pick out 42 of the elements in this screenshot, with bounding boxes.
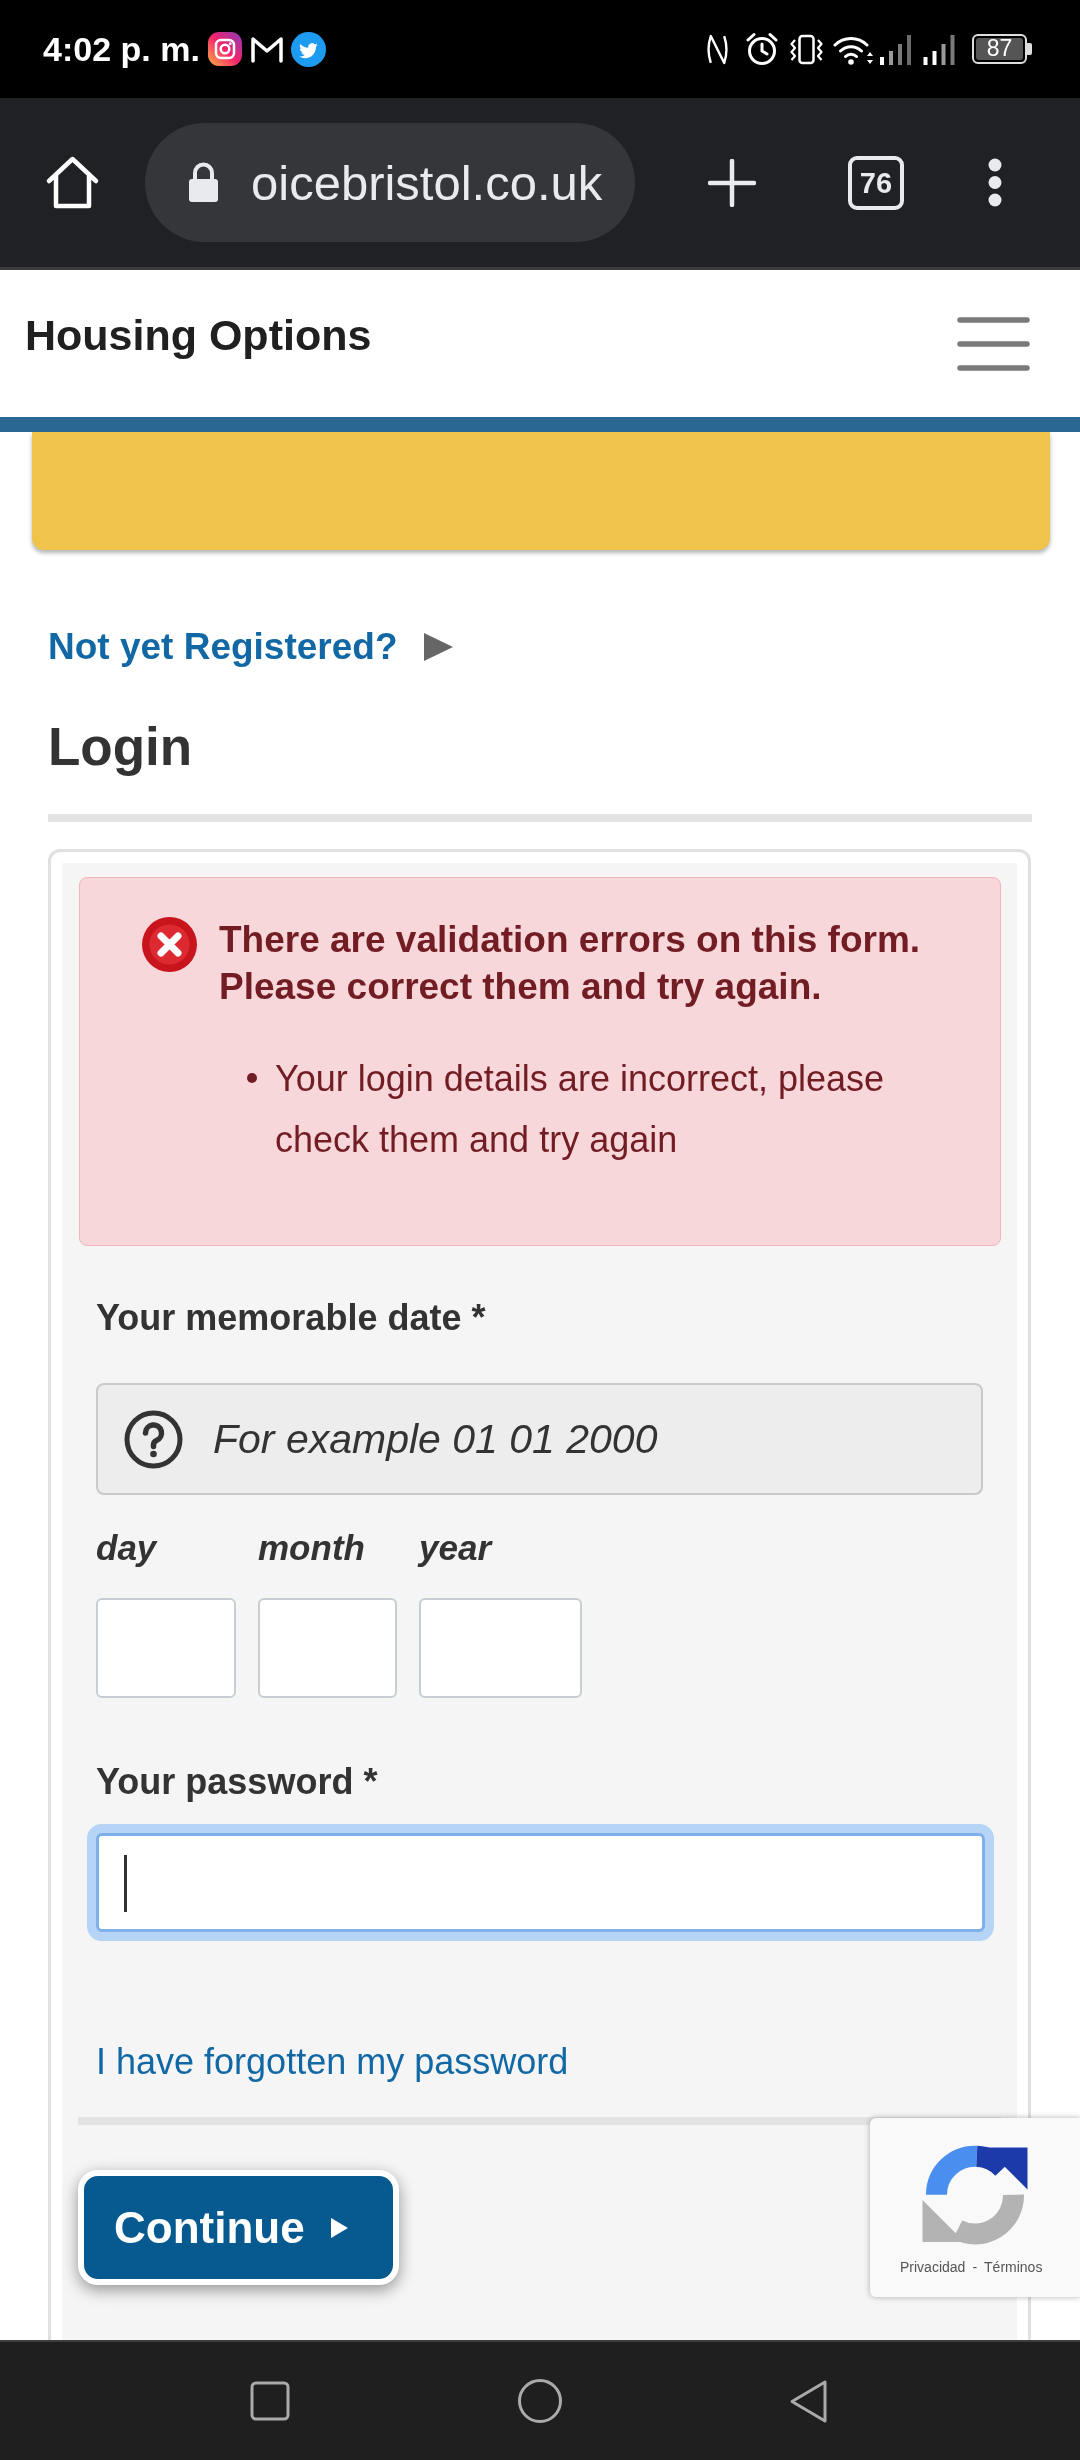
circle-icon[interactable] (518, 2379, 562, 2423)
forgot-password-link[interactable]: I have forgotten my password (96, 2040, 569, 2084)
date-part-label: day (96, 1527, 159, 1569)
help-icon (124, 1409, 183, 1469)
lock-icon (187, 162, 220, 203)
text-cursor-icon (124, 1855, 127, 1912)
recaptcha-link[interactable]: Términos (984, 2258, 1043, 2276)
more-menu-icon[interactable] (988, 158, 1002, 207)
address-bar[interactable]: oicebristol.co.uk (145, 123, 635, 242)
date-input[interactable] (96, 1598, 236, 1698)
status-time: 4:02 p. m. (43, 29, 200, 69)
bird-icon (290, 31, 326, 67)
menu-icon[interactable] (957, 317, 1030, 371)
hint-text: For example 01 01 2000 (213, 1415, 658, 1463)
triangle-right-icon (329, 2216, 349, 2239)
triangle-right-icon (423, 633, 453, 661)
battery-indicator: 87 (972, 34, 1033, 64)
site-title: Housing Options (25, 310, 372, 360)
alarm-clock-icon (744, 31, 780, 67)
error-item: Your login details are incorrect, please check them and try again (275, 1057, 886, 1162)
tab-switcher-button[interactable]: 76 (848, 155, 904, 210)
plus-icon[interactable] (708, 158, 756, 207)
register-link[interactable]: Not yet Registered? (48, 625, 453, 669)
error-icon (141, 916, 198, 973)
recaptcha-link[interactable]: Privacidad (900, 2258, 966, 2276)
error-message: There are validation errors on this form. Please correct them and try again. (219, 918, 922, 1009)
field-label: Your password * (96, 1760, 379, 1804)
page-heading: Login (48, 716, 193, 778)
date-part-label: year (419, 1527, 494, 1569)
nfc-icon (706, 32, 729, 66)
date-input[interactable] (258, 1598, 397, 1698)
square-icon[interactable] (250, 2381, 290, 2421)
link-separator: - (972, 2258, 978, 2276)
bullet-icon (247, 1073, 257, 1083)
back-icon[interactable] (789, 2378, 828, 2424)
home-icon[interactable] (45, 155, 100, 210)
camera-icon (207, 32, 242, 66)
date-input[interactable] (419, 1598, 582, 1698)
date-part-label: month (258, 1527, 366, 1569)
continue-button[interactable]: Continue (78, 2170, 399, 2285)
field-label: Your memorable date * (96, 1296, 487, 1340)
mail-icon (249, 35, 284, 63)
